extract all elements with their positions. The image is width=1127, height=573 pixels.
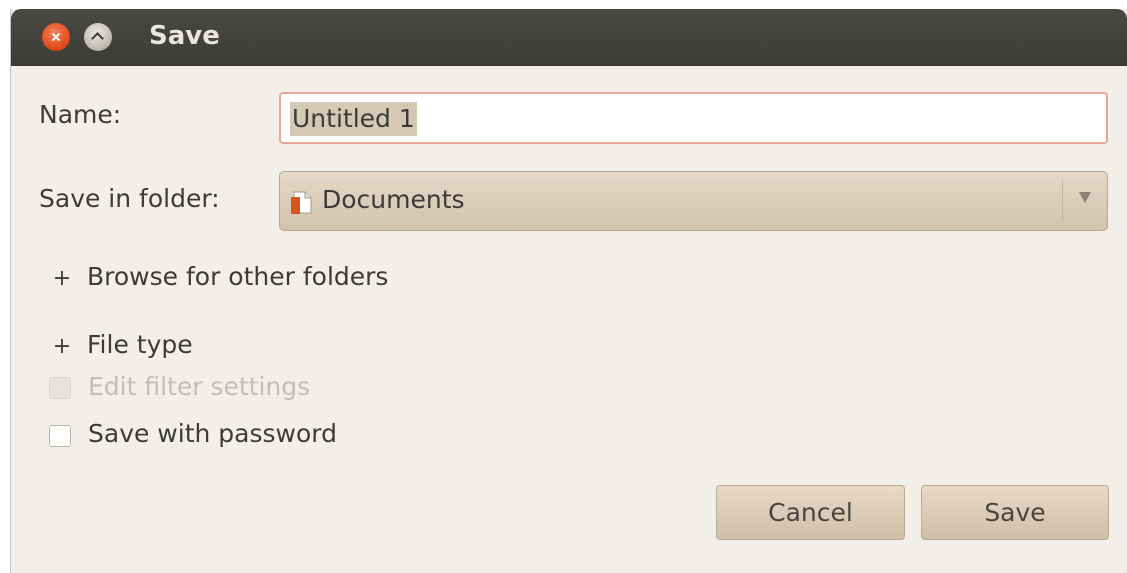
- folder-label: Save in folder:: [39, 184, 220, 213]
- combo-separator: [1062, 180, 1063, 222]
- save-dialog: Save Name: Untitled 1 Save in folder: Do…: [10, 9, 1127, 573]
- window-title: Save: [149, 21, 220, 51]
- close-icon[interactable]: [42, 23, 70, 51]
- password-label[interactable]: Save with password: [88, 419, 337, 448]
- dropdown-arrow-icon[interactable]: [1079, 192, 1091, 203]
- minimize-icon[interactable]: [84, 23, 112, 51]
- folder-combo-value: Documents: [322, 185, 465, 214]
- password-checkbox[interactable]: [49, 425, 71, 447]
- folder-combo[interactable]: Documents: [279, 171, 1108, 231]
- file-type-expander-icon[interactable]: +: [49, 334, 75, 360]
- name-input-selected-text: Untitled 1: [290, 102, 417, 136]
- save-button[interactable]: Save: [921, 485, 1109, 540]
- folder-documents-icon: [291, 191, 312, 214]
- browse-expander-icon[interactable]: +: [49, 266, 75, 292]
- name-label: Name:: [39, 100, 122, 129]
- edit-filter-label: Edit filter settings: [88, 372, 311, 401]
- title-bar[interactable]: Save: [11, 9, 1127, 66]
- file-type-expander[interactable]: File type: [87, 330, 193, 359]
- browse-folders-expander[interactable]: Browse for other folders: [87, 262, 388, 291]
- edit-filter-checkbox: [49, 377, 71, 399]
- cancel-button[interactable]: Cancel: [716, 485, 905, 540]
